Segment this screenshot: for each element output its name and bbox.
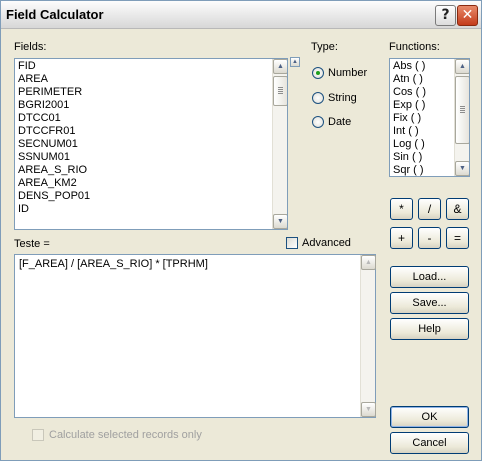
scroll-up-icon[interactable]: ▲ [273, 59, 287, 74]
scroll-up-icon[interactable]: ▲ [361, 255, 376, 270]
equals-button[interactable]: = [446, 227, 469, 249]
expand-list-icon[interactable]: ▲ [290, 57, 300, 67]
field-item[interactable]: FID [18, 60, 287, 73]
save-button[interactable]: Save... [390, 292, 469, 314]
field-calculator-dialog: Field Calculator ? ✕ Fields: FID AREA PE… [0, 0, 482, 461]
advanced-checkbox[interactable] [286, 237, 298, 249]
selected-records-label: Calculate selected records only [49, 429, 202, 441]
cancel-button[interactable]: Cancel [390, 432, 469, 454]
field-item[interactable]: AREA_KM2 [18, 177, 287, 190]
field-item[interactable]: BGRI2001 [18, 99, 287, 112]
title-bar: Field Calculator ? ✕ [1, 1, 481, 29]
scroll-up-icon[interactable]: ▲ [455, 59, 469, 74]
field-item[interactable]: DTCCFR01 [18, 125, 287, 138]
field-item[interactable]: AREA [18, 73, 287, 86]
type-number-label[interactable]: Number [328, 67, 367, 79]
type-string-label[interactable]: String [328, 92, 357, 104]
scroll-down-icon[interactable]: ▼ [361, 402, 376, 417]
close-icon[interactable]: ✕ [457, 5, 478, 26]
expression-label: Teste = [14, 238, 50, 250]
functions-scrollbar[interactable]: ▲ ▼ [454, 59, 469, 176]
ok-button[interactable]: OK [390, 406, 469, 428]
field-item[interactable]: DTCC01 [18, 112, 287, 125]
type-string-radio[interactable] [312, 92, 324, 104]
field-item[interactable]: ID [18, 203, 287, 216]
expression-text[interactable]: [F_AREA] / [AREA_S_RIO] * [TPRHM] [19, 258, 208, 270]
help-icon[interactable]: ? [435, 5, 456, 26]
scroll-thumb[interactable] [455, 76, 469, 144]
type-number-radio[interactable] [312, 67, 324, 79]
add-button[interactable]: + [390, 227, 413, 249]
functions-list[interactable]: Abs ( ) Atn ( ) Cos ( ) Exp ( ) Fix ( ) … [389, 58, 470, 177]
subtract-button[interactable]: - [418, 227, 441, 249]
scroll-thumb[interactable] [273, 76, 287, 106]
help-button[interactable]: Help [390, 318, 469, 340]
fields-label: Fields: [14, 41, 47, 53]
fields-scrollbar[interactable]: ▲ ▼ [272, 59, 287, 229]
field-item[interactable]: AREA_S_RIO [18, 164, 287, 177]
type-date-label[interactable]: Date [328, 116, 351, 128]
radio-selected-icon [316, 71, 320, 75]
expression-scrollbar[interactable]: ▲ ▼ [360, 255, 376, 417]
load-button[interactable]: Load... [390, 266, 469, 288]
scroll-down-icon[interactable]: ▼ [455, 161, 469, 176]
multiply-button[interactable]: * [390, 198, 413, 220]
functions-label: Functions: [389, 41, 440, 53]
divide-button[interactable]: / [418, 198, 441, 220]
field-item[interactable]: SSNUM01 [18, 151, 287, 164]
scroll-down-icon[interactable]: ▼ [273, 214, 287, 229]
dialog-title: Field Calculator [6, 7, 104, 22]
advanced-label[interactable]: Advanced [302, 237, 351, 249]
field-item[interactable]: PERIMETER [18, 86, 287, 99]
type-label: Type: [311, 41, 338, 53]
selected-records-checkbox[interactable] [32, 429, 44, 441]
concatenate-button[interactable]: & [446, 198, 469, 220]
field-item[interactable]: DENS_POP01 [18, 190, 287, 203]
fields-list[interactable]: FID AREA PERIMETER BGRI2001 DTCC01 DTCCF… [14, 58, 288, 230]
expression-input[interactable]: [F_AREA] / [AREA_S_RIO] * [TPRHM] ▲ ▼ [14, 254, 376, 418]
type-date-radio[interactable] [312, 116, 324, 128]
field-item[interactable]: SECNUM01 [18, 138, 287, 151]
